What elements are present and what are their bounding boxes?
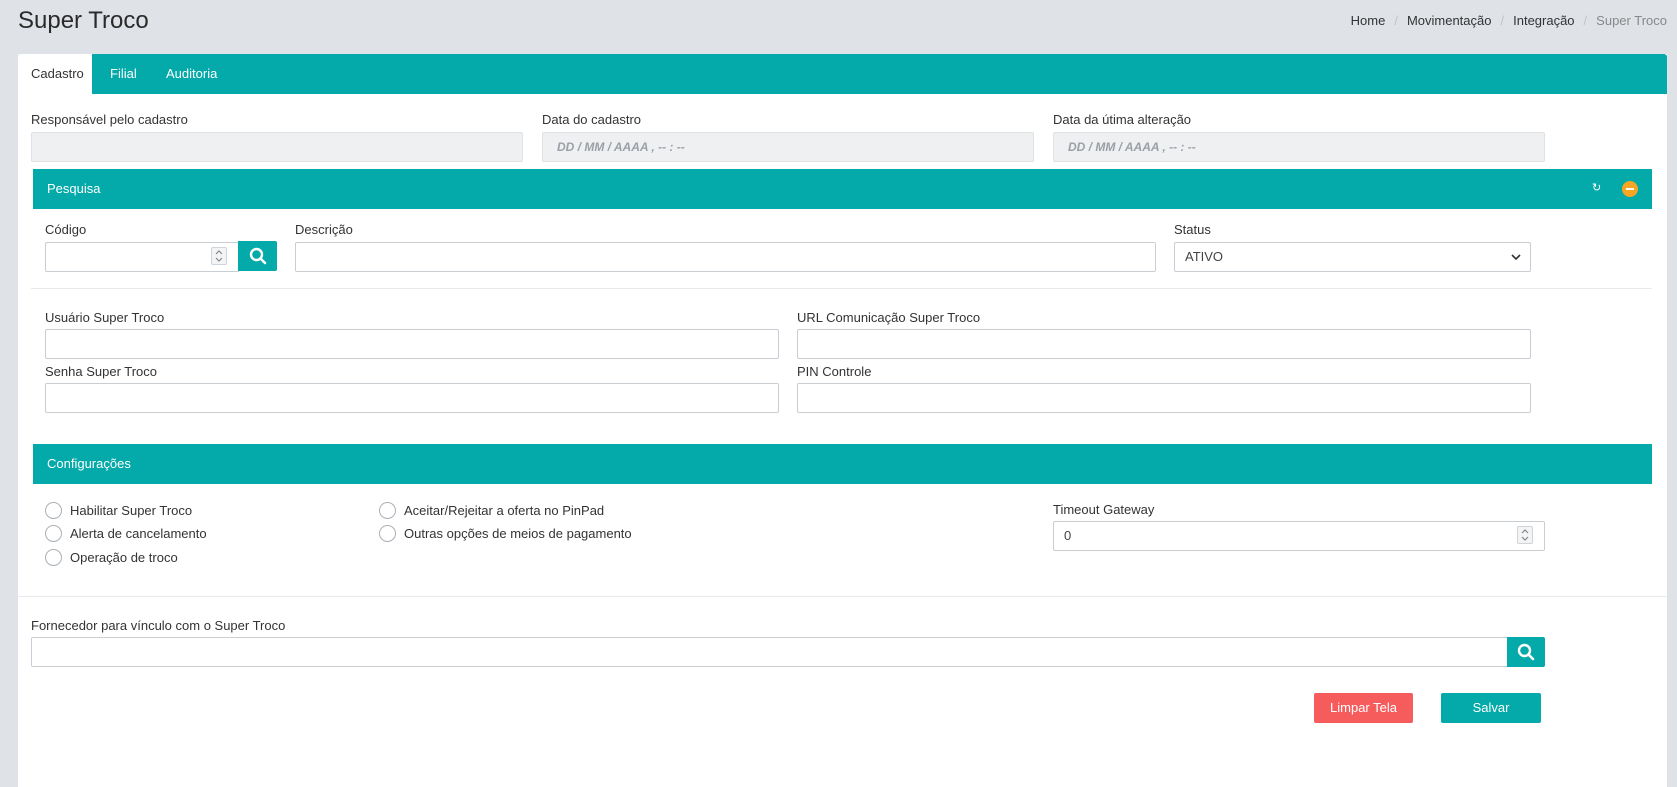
- tab-auditoria[interactable]: Auditoria: [166, 54, 217, 94]
- created-date-field: DD / MM / AAAA , -- : --: [542, 132, 1034, 162]
- radio-button[interactable]: [379, 502, 396, 519]
- radio-label: Outras opções de meios de pagamento: [404, 526, 632, 541]
- config-section-header: Configurações: [33, 444, 1652, 484]
- radio-button[interactable]: [45, 525, 62, 542]
- updated-date-field: DD / MM / AAAA , -- : --: [1053, 132, 1545, 162]
- refresh-icon[interactable]: ↻: [1592, 182, 1604, 194]
- breadcrumb: Home / Movimentação / Integração / Super…: [1351, 13, 1667, 28]
- status-label: Status: [1174, 222, 1211, 237]
- radio-change-operation[interactable]: Operação de troco: [45, 549, 178, 566]
- radio-label: Aceitar/Rejeitar a oferta no PinPad: [404, 503, 605, 518]
- password-input[interactable]: [45, 383, 779, 413]
- updated-date-label: Data da útima alteração: [1053, 112, 1192, 127]
- breadcrumb-separator: /: [1583, 13, 1588, 28]
- description-label: Descrição: [295, 222, 353, 237]
- collapse-icon[interactable]: [1622, 181, 1638, 197]
- radio-button[interactable]: [379, 525, 396, 542]
- status-select[interactable]: ATIVO: [1174, 242, 1531, 272]
- breadcrumb-separator: /: [1500, 13, 1505, 28]
- radio-button[interactable]: [45, 502, 62, 519]
- search-icon: [249, 247, 266, 265]
- search-icon: [1517, 643, 1535, 661]
- save-button[interactable]: Salvar: [1441, 693, 1541, 723]
- breadcrumb-separator: /: [1394, 13, 1398, 28]
- search-section-title: Pesquisa: [47, 181, 101, 196]
- main-card: Cadastro Filial Auditoria Responsável pe…: [18, 54, 1667, 787]
- radio-label: Habilitar Super Troco: [70, 503, 193, 518]
- password-label: Senha Super Troco: [45, 364, 158, 379]
- pin-label: PIN Controle: [797, 364, 872, 379]
- radio-button[interactable]: [45, 549, 62, 566]
- user-label: Usuário Super Troco: [45, 310, 165, 325]
- tab-filial[interactable]: Filial: [110, 54, 137, 94]
- supplier-label: Fornecedor para vínculo com o Super Troc…: [31, 618, 286, 633]
- url-label: URL Comunicação Super Troco: [797, 310, 981, 325]
- breadcrumb-home[interactable]: Home: [1351, 13, 1386, 28]
- timeout-value: 0: [1064, 528, 1072, 543]
- radio-accept-reject-pinpad[interactable]: Aceitar/Rejeitar a oferta no PinPad: [379, 502, 604, 519]
- chevron-down-icon: [1511, 254, 1521, 261]
- timeout-input[interactable]: 0: [1053, 521, 1545, 551]
- code-input[interactable]: [45, 242, 239, 272]
- tab-bar: Cadastro Filial Auditoria: [18, 54, 1667, 94]
- status-select-value: ATIVO: [1185, 249, 1224, 264]
- breadcrumb-integracao[interactable]: Integração: [1513, 13, 1574, 28]
- divider: [18, 596, 1667, 597]
- config-section-title: Configurações: [47, 456, 131, 471]
- radio-label: Alerta de cancelamento: [70, 526, 207, 541]
- radio-other-payment-options[interactable]: Outras opções de meios de pagamento: [379, 525, 632, 542]
- search-section-header: Pesquisa ↻: [33, 169, 1652, 209]
- timeout-stepper[interactable]: [1517, 526, 1533, 544]
- breadcrumb-current: Super Troco: [1596, 13, 1667, 28]
- code-label: Código: [45, 222, 87, 237]
- url-input[interactable]: [797, 329, 1531, 359]
- responsible-label: Responsável pelo cadastro: [31, 112, 188, 127]
- tab-cadastro[interactable]: Cadastro: [18, 54, 92, 94]
- supplier-input[interactable]: [31, 637, 1508, 667]
- responsible-field: [31, 132, 523, 162]
- page-header: Super Troco Home / Movimentação / Integr…: [0, 0, 1677, 54]
- description-input[interactable]: [295, 242, 1156, 272]
- radio-enable-super-troco[interactable]: Habilitar Super Troco: [45, 502, 192, 519]
- breadcrumb-movimentacao[interactable]: Movimentação: [1407, 13, 1492, 28]
- clear-button[interactable]: Limpar Tela: [1314, 693, 1413, 723]
- timeout-label: Timeout Gateway: [1053, 502, 1155, 517]
- code-search-button[interactable]: [238, 241, 277, 271]
- code-stepper[interactable]: [211, 247, 227, 265]
- radio-label: Operação de troco: [70, 550, 178, 565]
- page-title: Super Troco: [18, 7, 149, 34]
- created-date-label: Data do cadastro: [542, 112, 642, 127]
- divider: [31, 288, 1652, 289]
- radio-cancel-alert[interactable]: Alerta de cancelamento: [45, 525, 207, 542]
- pin-input[interactable]: [797, 383, 1531, 413]
- supplier-search-button[interactable]: [1507, 637, 1545, 667]
- user-input[interactable]: [45, 329, 779, 359]
